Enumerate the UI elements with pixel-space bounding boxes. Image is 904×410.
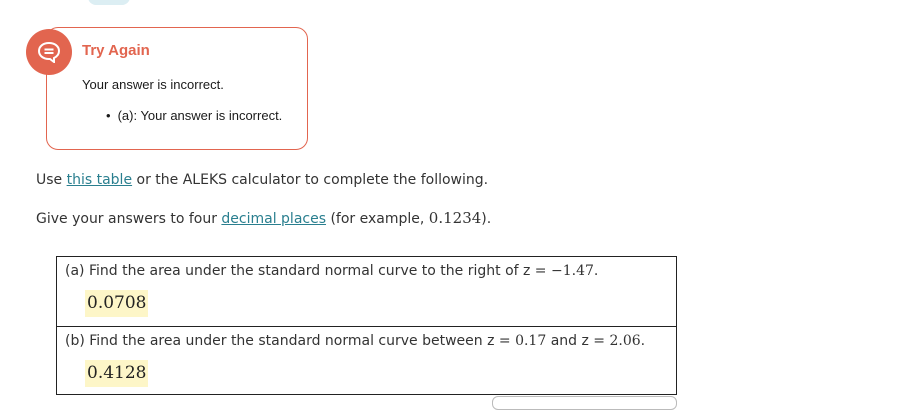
question-a-text: (a) Find the area under the standard nor… <box>65 263 598 279</box>
question-row-a: (a) Find the area under the standard nor… <box>57 257 676 326</box>
feedback-bullet-text: (a): Your answer is incorrect. <box>117 108 283 123</box>
instruction-prefix: Give your answers to four <box>36 211 222 227</box>
question-table: (a) Find the area under the standard nor… <box>56 256 677 395</box>
question-b-label: (b) Find the area under the standard nor… <box>65 333 516 349</box>
instruction-prefix: Use <box>36 172 67 188</box>
question-b-text: (b) Find the area under the standard nor… <box>65 333 645 349</box>
feedback-bullet-item: • (a): Your answer is incorrect. <box>106 108 283 123</box>
answer-a-field[interactable]: 0.0708 <box>85 290 149 317</box>
this-table-link[interactable]: this table <box>67 172 132 188</box>
question-b-z2-value: 2.06 <box>609 333 641 349</box>
question-a-label: (a) Find the area under the standard nor… <box>65 263 551 279</box>
instruction-line-decimal: Give your answers to four decimal places… <box>36 209 491 227</box>
speech-bubble-icon <box>26 29 72 75</box>
decimal-places-link[interactable]: decimal places <box>221 211 326 227</box>
question-b-z1-value: 0.17 <box>515 333 547 349</box>
top-tab <box>88 0 130 5</box>
feedback-title: Try Again <box>82 42 150 59</box>
instruction-suffix: ). <box>481 211 492 227</box>
question-a-end: . <box>593 263 599 279</box>
question-row-b: (b) Find the area under the standard nor… <box>57 326 676 396</box>
question-b-end: . <box>640 333 646 349</box>
instruction-middle: (for example, <box>326 211 429 227</box>
question-a-z-value: −1.47 <box>551 263 594 279</box>
answer-b-field[interactable]: 0.4128 <box>85 360 149 387</box>
bottom-button-edge[interactable] <box>492 396 677 410</box>
example-value: 0.1234 <box>428 209 482 227</box>
feedback-message: Your answer is incorrect. <box>82 77 224 92</box>
instruction-suffix: or the ALEKS calculator to complete the … <box>132 172 489 188</box>
instruction-line-table: Use this table or the ALEKS calculator t… <box>36 172 488 188</box>
question-b-middle: and z = <box>546 333 610 349</box>
